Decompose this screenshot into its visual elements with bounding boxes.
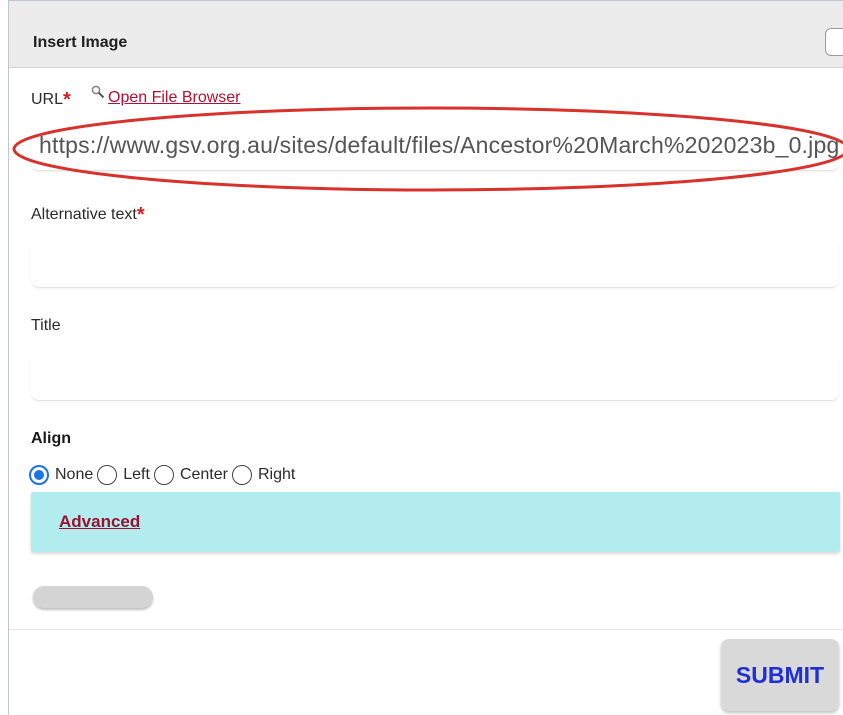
align-label: Align [31,430,71,447]
advanced-link[interactable]: Advanced [59,512,140,532]
title-input[interactable] [31,356,839,401]
search-icon[interactable] [91,85,105,99]
radio-right[interactable] [231,465,252,485]
footer-divider [9,629,843,630]
radio-center[interactable] [153,465,174,485]
alt-text-required-mark: * [136,204,145,226]
dialog-titlebar: Insert Image [9,1,843,68]
dialog-title: Insert Image [33,34,128,51]
advanced-section: Advanced [31,492,840,552]
align-option-label: Center [179,466,228,483]
title-label: Title [31,317,61,334]
unlabeled-button[interactable] [33,586,153,608]
radio-none[interactable] [29,465,49,485]
url-label: URL [31,91,64,108]
align-option-none[interactable]: None [29,465,93,485]
align-option-center[interactable]: Center [153,465,228,485]
insert-image-dialog: Insert Image URL* Open File Browser http… [8,0,843,715]
close-button[interactable] [825,28,843,56]
alt-text-input[interactable] [31,243,839,288]
submit-button[interactable]: SUBMIT [721,639,839,711]
align-option-label: Right [257,466,296,483]
radio-left[interactable] [97,465,118,485]
url-label-group: URL* [31,87,71,111]
align-option-left[interactable]: Left [97,465,150,485]
align-radio-group: None Left Center Right [29,463,299,487]
open-file-browser-link[interactable]: Open File Browser [108,89,241,107]
alt-text-label-group: Alternative text* [31,202,145,226]
url-required-mark: * [63,89,71,111]
alt-text-label: Alternative text [31,206,137,223]
align-option-label: None [55,466,94,483]
align-option-right[interactable]: Right [231,465,296,485]
url-input-value[interactable]: https://www.gsv.org.au/sites/default/fil… [39,132,839,166]
align-option-label: Left [123,466,150,483]
